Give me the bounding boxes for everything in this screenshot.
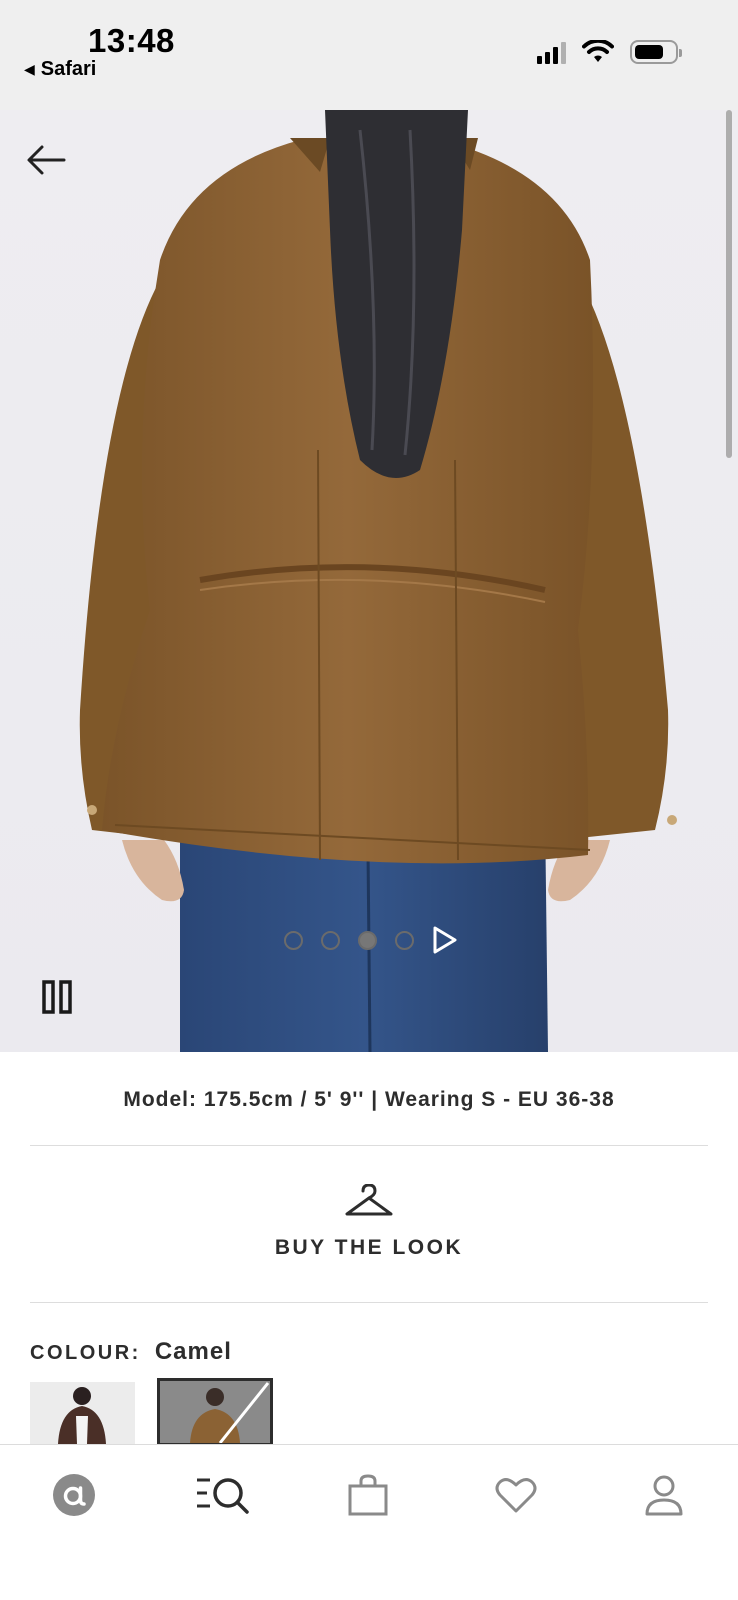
product-image-gallery[interactable] bbox=[0, 110, 738, 1052]
battery-icon bbox=[630, 40, 682, 64]
back-arrow-icon[interactable] bbox=[24, 140, 68, 180]
bag-icon bbox=[348, 1474, 388, 1516]
divider bbox=[30, 1302, 708, 1303]
play-icon[interactable] bbox=[432, 925, 458, 955]
nav-account[interactable] bbox=[640, 1471, 688, 1519]
nav-home[interactable] bbox=[50, 1471, 98, 1519]
back-to-safari[interactable]: ◀ Safari bbox=[24, 58, 96, 81]
gallery-dot[interactable] bbox=[395, 930, 414, 950]
swatch-thumbnail bbox=[30, 1382, 135, 1444]
pause-icon[interactable] bbox=[42, 980, 72, 1014]
status-icons bbox=[537, 40, 682, 64]
asos-logo-icon bbox=[53, 1474, 95, 1516]
gallery-dot[interactable] bbox=[321, 930, 340, 950]
bottom-navigation bbox=[0, 1444, 738, 1600]
page-scrollbar[interactable] bbox=[726, 110, 732, 458]
colour-row: COLOUR: Camel bbox=[30, 1338, 232, 1366]
wifi-icon bbox=[582, 40, 614, 62]
model-info: Model: 175.5cm / 5' 9'' | Wearing S - EU… bbox=[123, 1088, 615, 1111]
nav-saved[interactable] bbox=[492, 1471, 540, 1519]
colour-label: COLOUR: bbox=[30, 1342, 141, 1364]
colour-value: Camel bbox=[154, 1338, 232, 1365]
swatch-thumbnail bbox=[160, 1381, 270, 1443]
divider bbox=[30, 1145, 708, 1146]
back-triangle-icon: ◀ bbox=[24, 61, 35, 77]
colour-swatch-brown[interactable] bbox=[30, 1382, 135, 1444]
gallery-dot-active[interactable] bbox=[358, 930, 377, 950]
hanger-icon bbox=[345, 1184, 393, 1216]
colour-swatches bbox=[30, 1378, 273, 1446]
nav-bag[interactable] bbox=[344, 1471, 392, 1519]
heart-icon bbox=[495, 1478, 537, 1513]
gallery-pagination bbox=[284, 925, 458, 955]
status-time: 13:48 bbox=[88, 22, 175, 59]
product-image bbox=[79, 110, 677, 1052]
account-icon bbox=[645, 1475, 683, 1516]
gallery-dot[interactable] bbox=[284, 930, 303, 950]
nav-search[interactable] bbox=[196, 1471, 250, 1519]
buy-the-look-label: BUY THE LOOK bbox=[274, 1236, 464, 1259]
buy-the-look-button[interactable]: BUY THE LOOK bbox=[0, 1184, 738, 1260]
status-bar: 13:48 ◀ Safari bbox=[0, 0, 738, 110]
colour-swatch-camel-selected[interactable] bbox=[157, 1378, 273, 1446]
search-menu-icon bbox=[197, 1478, 249, 1514]
cellular-signal-icon bbox=[537, 40, 566, 64]
back-app-label: Safari bbox=[40, 58, 97, 80]
